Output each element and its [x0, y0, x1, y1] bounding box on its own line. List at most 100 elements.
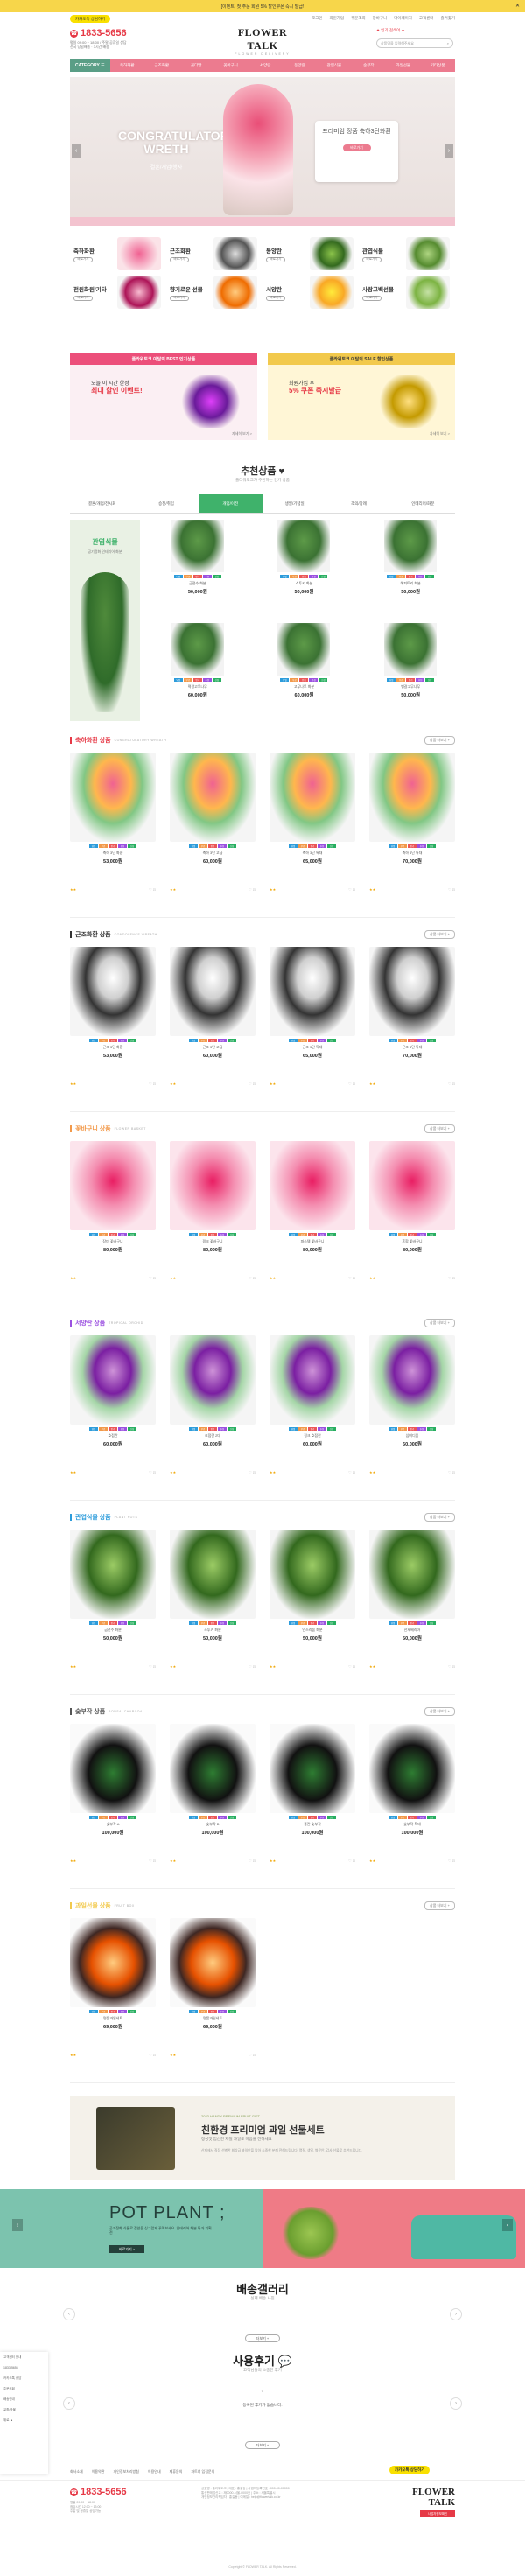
product-card[interactable]: 당일 무료 인기 추천 신상 핑크 꽃바구니 80,000원 ★★ ♡ ⊡: [170, 1141, 256, 1281]
product-actions[interactable]: ♡ ⊡: [448, 1082, 455, 1086]
gallery-prev-arrow[interactable]: ‹: [63, 2308, 75, 2320]
nav-item[interactable]: 기타상품: [421, 63, 455, 68]
recommend-tab[interactable]: 조의/장례: [326, 494, 390, 513]
best-banner[interactable]: 플라워토크 이달의 BEST 인기상품 오늘 이 시간 한정 최대 할인 이벤트!…: [70, 353, 257, 440]
product-actions[interactable]: ♡ ⊡: [149, 1664, 156, 1669]
recommend-tab[interactable]: 승진/취임: [134, 494, 198, 513]
product-actions[interactable]: ♡ ⊡: [149, 1276, 156, 1280]
category-shortcut[interactable]: 전원화원/기타 바로가기: [70, 273, 166, 312]
product-card[interactable]: 당일 무료 인기 추천 신상 축하 3단 화환 53,000원 ★★ ♡ ⊡: [70, 752, 156, 892]
category-shortcut[interactable]: 축하화환 바로가기: [70, 234, 166, 273]
product-actions[interactable]: ♡ ⊡: [248, 1664, 256, 1669]
product-card[interactable]: 당일 무료 인기 추천 신상 명품과일세트 69,000원 ★★ ♡ ⊡: [70, 1918, 156, 2058]
section-more-button[interactable]: 상품 더보기 +: [424, 930, 455, 939]
section-more-button[interactable]: 상품 더보기 +: [424, 1124, 455, 1133]
category-button[interactable]: 바로가기: [362, 256, 382, 262]
section-more-button[interactable]: 상품 더보기 +: [424, 1319, 455, 1327]
help-panel-item[interactable]: 주문조회: [4, 2387, 45, 2390]
login-link[interactable]: 로그인: [312, 16, 322, 21]
nav-item[interactable]: 꽃바구니: [214, 63, 248, 68]
close-icon[interactable]: ✕: [515, 3, 520, 9]
sale-banner[interactable]: 플라워토크 이달의 SALE 할인상품 회원가입 후 5% 쿠폰 즉시발급 자세히…: [268, 353, 455, 440]
mypage-link[interactable]: 마이페이지: [394, 16, 412, 21]
section-more-button[interactable]: 상품 더보기 +: [424, 1707, 455, 1716]
product-actions[interactable]: ♡ ⊡: [348, 1858, 355, 1863]
nav-item[interactable]: 축하화환: [110, 63, 144, 68]
site-logo[interactable]: FLOWER TALK FLOWER DELIVERY: [223, 26, 302, 56]
product-card[interactable]: 당일 무료 인기 추천 신상 산세베리아 50,000원 ★★ ♡ ⊡: [369, 1530, 455, 1670]
footer-link[interactable]: 개인정보처리방침: [113, 2469, 138, 2474]
recommend-tab[interactable]: 결혼/개업/전시회: [70, 494, 134, 513]
product-card[interactable]: 당일 무료 인기 추천 신상 근조 3단 고급 60,000원 ★★ ♡ ⊡: [170, 947, 256, 1087]
product-card[interactable]: 당일 무료 인기 추천 신상 축하 4단 특대 70,000원 ★★ ♡ ⊡: [369, 752, 455, 892]
product-card[interactable]: 당일 무료 인기 추천 신상 금전수 화분 50,000원 ★★ ♡ ⊡: [70, 1530, 156, 1670]
nav-item[interactable]: 근조화환: [144, 63, 178, 68]
top-promo-bar[interactable]: [이벤트] 첫 주문 회원 5% 할인쿠폰 즉시 발급! ✕: [0, 0, 525, 12]
business-info-button[interactable]: 사업자정보확인: [420, 2510, 455, 2517]
gallery-next-arrow[interactable]: ›: [450, 2308, 462, 2320]
category-shortcut[interactable]: 사랑고백선물 바로가기: [359, 273, 455, 312]
category-button[interactable]: 바로가기: [266, 295, 285, 301]
nav-item[interactable]: 꽃다발: [178, 63, 213, 68]
product-actions[interactable]: ♡ ⊡: [149, 1082, 156, 1086]
product-actions[interactable]: ♡ ⊡: [348, 1082, 355, 1086]
reviews-more-button[interactable]: 더보기 +: [245, 2441, 280, 2449]
category-button[interactable]: 바로가기: [170, 256, 189, 262]
product-card[interactable]: 당일 무료 인기 추천 신상 파스텔 꽃바구니 80,000원 ★★ ♡ ⊡: [270, 1141, 355, 1281]
nav-item[interactable]: 과일선물: [386, 63, 420, 68]
category-shortcut[interactable]: 관엽식물 바로가기: [359, 234, 455, 273]
pot-banner-prev[interactable]: ‹: [12, 2219, 23, 2231]
product-card[interactable]: 당일 무료 인기 추천 신상 근조 4단 특대 70,000원 ★★ ♡ ⊡: [369, 947, 455, 1087]
kakao-chat-button[interactable]: 카카오톡 상담하기: [70, 15, 111, 23]
join-link[interactable]: 회원가입: [329, 16, 344, 21]
footer-phone[interactable]: ☎ 1833-5656: [70, 2487, 127, 2497]
best-banner-more[interactable]: 자세히 보기 >: [232, 431, 252, 437]
product-actions[interactable]: ♡ ⊡: [248, 2053, 256, 2057]
product-card[interactable]: 당일 무료 인기 추천 신상 숯부작 특대 100,000원 ★★ ♡ ⊡: [369, 1724, 455, 1864]
help-panel-item[interactable]: 교환/환불: [4, 2408, 45, 2412]
product-card[interactable]: 당일 무료 인기 추천 신상 심비디움 60,000원 ★★ ♡ ⊡: [369, 1335, 455, 1475]
product-actions[interactable]: ♡ ⊡: [448, 1276, 455, 1280]
section-more-button[interactable]: 상품 더보기 +: [424, 736, 455, 745]
product-card[interactable]: 당일 무료 인기 추천 신상 핑크 호접란 60,000원 ★★ ♡ ⊡: [270, 1335, 355, 1475]
product-actions[interactable]: ♡ ⊡: [348, 1470, 355, 1474]
category-shortcut[interactable]: 동양란 바로가기: [262, 234, 359, 273]
product-actions[interactable]: ♡ ⊡: [448, 1470, 455, 1474]
category-button[interactable]: 바로가기: [74, 256, 93, 262]
recommend-product-card[interactable]: 당일 무료 인기 추천 신상 떡갈고무나무 60,000원: [153, 623, 242, 721]
recommend-tab[interactable]: 생일/기념일: [262, 494, 326, 513]
section-more-button[interactable]: 상품 더보기 +: [424, 1513, 455, 1522]
nav-item[interactable]: 관엽식물: [317, 63, 351, 68]
product-actions[interactable]: ♡ ⊡: [248, 887, 256, 892]
product-actions[interactable]: ♡ ⊡: [149, 1858, 156, 1863]
product-card[interactable]: 당일 무료 인기 추천 신상 숯부작 A 100,000원 ★★ ♡ ⊡: [70, 1724, 156, 1864]
order-check-link[interactable]: 주문조회: [351, 16, 366, 21]
category-button[interactable]: 바로가기: [362, 295, 382, 301]
help-panel-item[interactable]: 배송안내: [4, 2398, 45, 2401]
product-card[interactable]: 당일 무료 인기 추천 신상 혼합 꽃바구니 80,000원 ★★ ♡ ⊡: [369, 1141, 455, 1281]
header-phone[interactable]: ☎ 1833-5656: [70, 28, 127, 38]
footer-link[interactable]: 제휴문의: [170, 2469, 183, 2474]
product-card[interactable]: 당일 무료 인기 추천 신상 근조 3단 화환 53,000원 ★★ ♡ ⊡: [70, 947, 156, 1087]
product-actions[interactable]: ♡ ⊡: [448, 887, 455, 892]
help-panel-item[interactable]: 1833-5656: [4, 2366, 45, 2370]
product-card[interactable]: 당일 무료 인기 추천 신상 호접란 60,000원 ★★ ♡ ⊡: [70, 1335, 156, 1475]
recommend-tab-active[interactable]: 개업/이전: [198, 494, 262, 513]
recommend-featured[interactable]: 관엽식물 공기정화 인테리어 화분: [70, 520, 140, 721]
product-actions[interactable]: ♡ ⊡: [448, 1858, 455, 1863]
nav-item[interactable]: 동양란: [283, 63, 317, 68]
search-icon[interactable]: ⌕: [447, 41, 449, 46]
category-button[interactable]: 바로가기: [266, 256, 285, 262]
recommend-product-card[interactable]: 당일 무료 인기 추천 신상 뱅갈고무나무 50,000원: [366, 623, 455, 721]
product-actions[interactable]: ♡ ⊡: [348, 1664, 355, 1669]
product-actions[interactable]: ♡ ⊡: [248, 1858, 256, 1863]
category-shortcut[interactable]: 근조화환 바로가기: [166, 234, 262, 273]
product-actions[interactable]: ♡ ⊡: [348, 887, 355, 892]
category-shortcut[interactable]: 향기로운 선물 바로가기: [166, 273, 262, 312]
product-card[interactable]: 당일 무료 인기 추천 신상 축하 3단 고급 60,000원 ★★ ♡ ⊡: [170, 752, 256, 892]
product-actions[interactable]: ♡ ⊡: [149, 887, 156, 892]
nav-item[interactable]: 숲부작: [352, 63, 386, 68]
nav-item[interactable]: 서양란: [248, 63, 282, 68]
recommend-product-card[interactable]: 당일 무료 인기 추천 신상 고무나무 화분 60,000원: [260, 623, 349, 721]
product-actions[interactable]: ♡ ⊡: [149, 2053, 156, 2057]
